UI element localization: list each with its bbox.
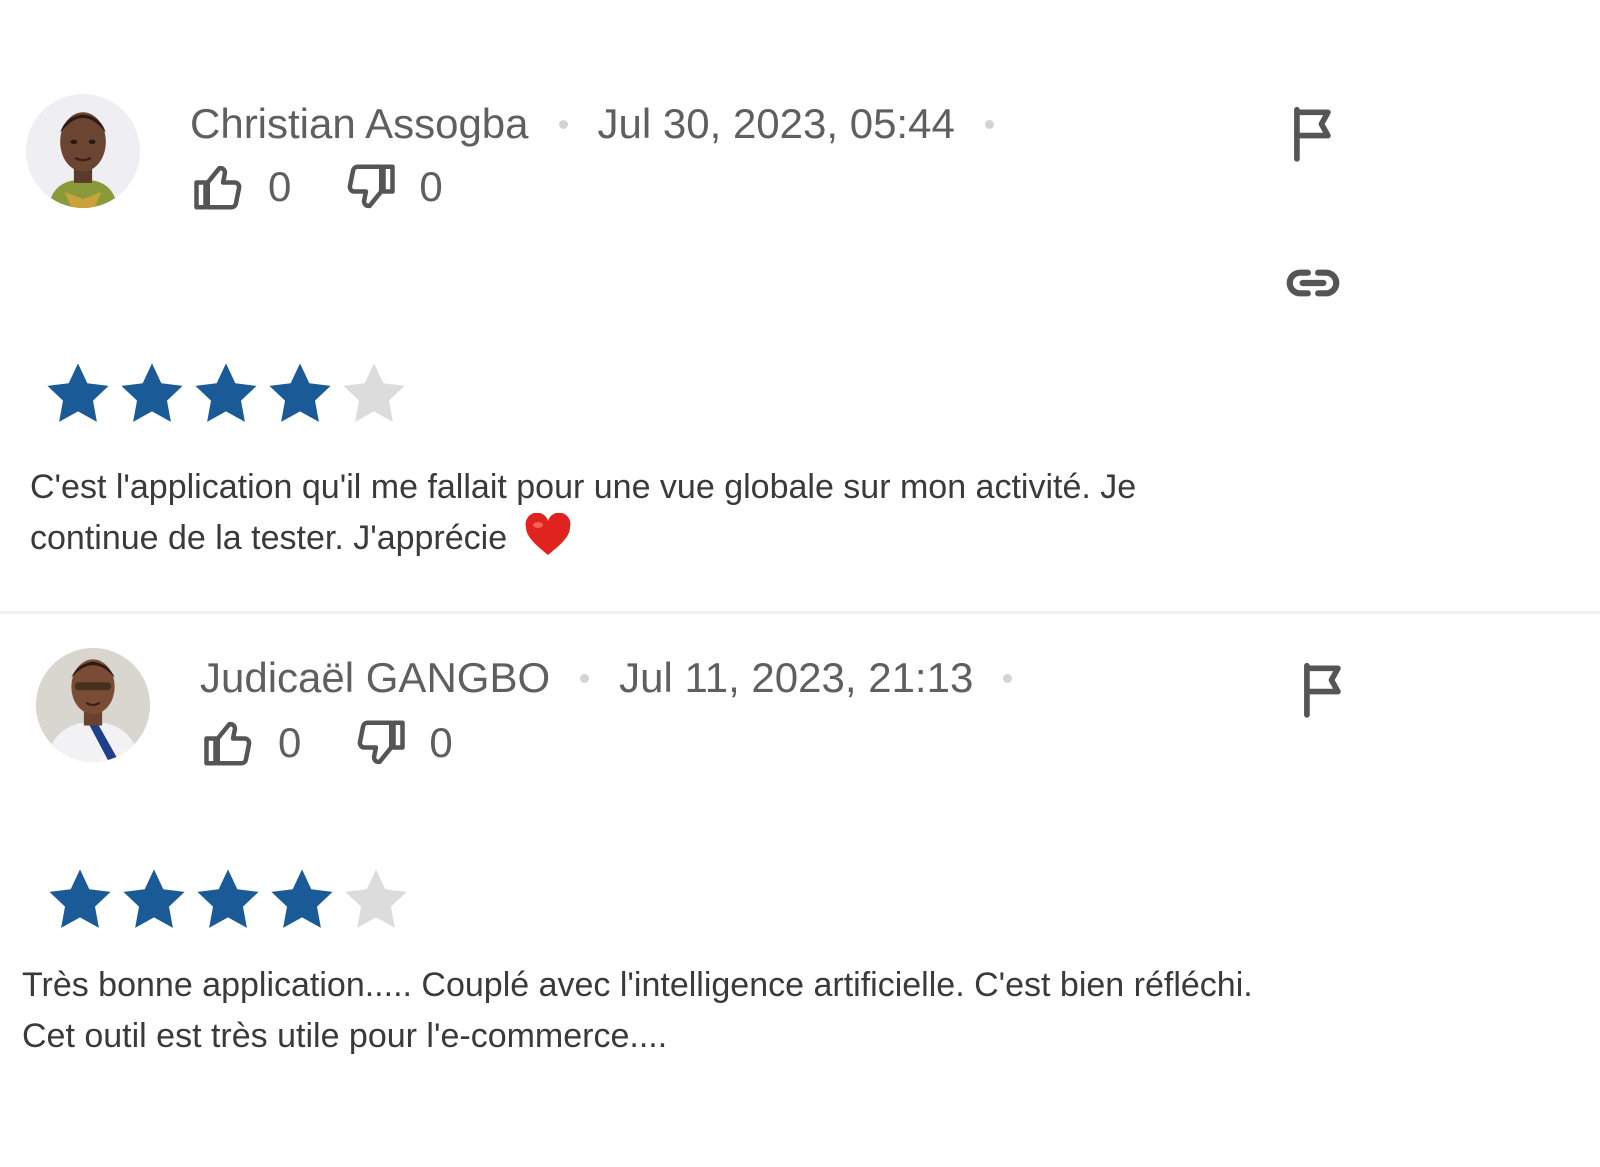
avatar[interactable] <box>26 94 140 208</box>
report-button[interactable] <box>1294 658 1356 720</box>
dislike-count: 0 <box>419 163 443 210</box>
like-count: 0 <box>268 163 292 210</box>
separator-dot <box>984 119 994 129</box>
report-button[interactable] <box>1284 102 1346 164</box>
flag-icon <box>1294 658 1356 720</box>
like-button[interactable]: 0 <box>192 160 291 214</box>
avatar[interactable] <box>36 648 150 762</box>
flag-icon <box>1284 102 1346 164</box>
dislike-count: 0 <box>429 719 453 766</box>
review-meta: Judicaël GANGBO Jul 11, 2023, 21:13 <box>200 654 1042 702</box>
star-filled-icon <box>118 864 190 936</box>
star-empty-icon <box>338 358 410 430</box>
review-text-content: Très bonne application..... Couplé avec … <box>22 966 1253 1055</box>
separator-dot <box>558 119 568 129</box>
star-empty-icon <box>340 864 412 936</box>
vote-bar: 0 0 <box>192 160 443 214</box>
star-filled-icon <box>266 864 338 936</box>
like-button[interactable]: 0 <box>202 716 301 770</box>
star-filled-icon <box>264 358 336 430</box>
review-text-content: C'est l'application qu'il me fallait pou… <box>30 468 1137 557</box>
dislike-button[interactable]: 0 <box>343 160 443 214</box>
separator-dot <box>1003 673 1013 683</box>
review-date: Jul 30, 2023, 05:44 <box>597 100 955 147</box>
thumbs-down-icon <box>353 716 407 770</box>
star-rating <box>42 358 412 430</box>
vote-bar: 0 0 <box>202 716 453 770</box>
review-meta: Christian Assogba Jul 30, 2023, 05:44 <box>190 100 1024 148</box>
review-text: Très bonne application..... Couplé avec … <box>22 960 1262 1062</box>
copy-link-button[interactable] <box>1282 252 1344 314</box>
dislike-button[interactable]: 0 <box>353 716 453 770</box>
thumbs-up-icon <box>192 160 246 214</box>
star-filled-icon <box>192 864 264 936</box>
author-name[interactable]: Judicaël GANGBO <box>200 654 550 702</box>
review-card: Judicaël GANGBO Jul 11, 2023, 21:13 0 0 … <box>0 612 1600 1167</box>
star-filled-icon <box>190 358 262 430</box>
like-count: 0 <box>278 719 302 766</box>
review-date: Jul 11, 2023, 21:13 <box>619 654 974 701</box>
author-name[interactable]: Christian Assogba <box>190 100 529 148</box>
separator-dot <box>580 673 590 683</box>
heart-emoji <box>523 513 573 557</box>
link-icon <box>1282 252 1344 314</box>
star-filled-icon <box>42 358 114 430</box>
star-filled-icon <box>44 864 116 936</box>
thumbs-down-icon <box>343 160 397 214</box>
star-filled-icon <box>116 358 188 430</box>
star-rating <box>44 864 414 936</box>
review-card: Christian Assogba Jul 30, 2023, 05:44 0 … <box>0 0 1600 612</box>
thumbs-up-icon <box>202 716 256 770</box>
review-text: C'est l'application qu'il me fallait pou… <box>30 462 1270 564</box>
